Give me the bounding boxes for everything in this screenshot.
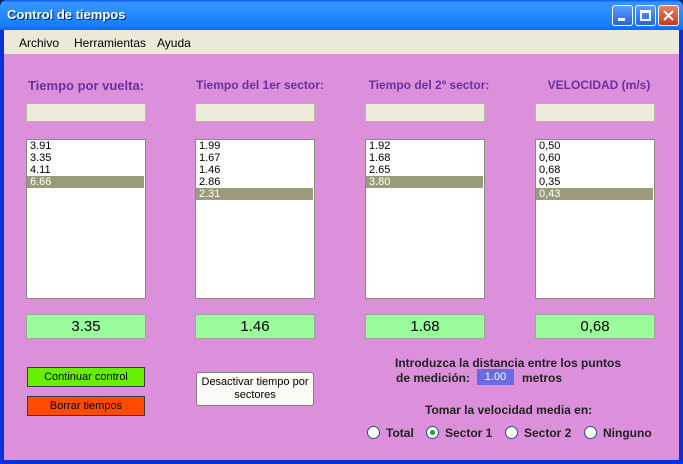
list-item[interactable]: 1.99 xyxy=(196,140,314,152)
list-item[interactable]: 0,68 xyxy=(536,164,654,176)
window-frame: Archivo Herramientas Ayuda Tiempo por vu… xyxy=(0,30,683,464)
title-bar[interactable]: Control de tiempos xyxy=(0,0,683,30)
list-item-selected[interactable]: 0,43 xyxy=(536,188,653,200)
list-tiempo-vuelta[interactable]: 3.91 3.35 4.11 6.66 xyxy=(26,139,146,299)
input-velocidad[interactable] xyxy=(535,103,655,122)
header-sector-2: Tiempo del 2º sector: xyxy=(368,78,490,92)
input-sector-2[interactable] xyxy=(365,103,485,122)
menu-ayuda[interactable]: Ayuda xyxy=(157,36,191,50)
list-item-selected[interactable]: 6.66 xyxy=(27,176,144,188)
list-item[interactable]: 1.92 xyxy=(366,140,484,152)
radio-circle-icon xyxy=(584,426,597,439)
list-item-selected[interactable]: 2.31 xyxy=(196,188,313,200)
result-sector-1: 1.46 xyxy=(195,314,315,339)
list-item[interactable]: 3.91 xyxy=(27,140,145,152)
list-item[interactable]: 2.86 xyxy=(196,176,314,188)
minimize-button[interactable] xyxy=(612,5,633,26)
list-item[interactable]: 0,50 xyxy=(536,140,654,152)
radio-total[interactable]: Total xyxy=(367,426,414,440)
input-tiempo-vuelta[interactable] xyxy=(26,103,146,122)
distance-unit: metros xyxy=(522,371,563,385)
header-sector-1: Tiempo del 1er sector: xyxy=(196,78,324,92)
radio-label: Ninguno xyxy=(603,426,652,440)
result-tiempo-vuelta: 3.35 xyxy=(26,314,146,339)
list-item[interactable]: 2.65 xyxy=(366,164,484,176)
distance-prompt-2: de medición: xyxy=(396,371,471,385)
maximize-button[interactable] xyxy=(635,5,656,26)
list-item-selected[interactable]: 3.80 xyxy=(366,176,483,188)
result-velocidad: 0,68 xyxy=(535,314,655,339)
close-button[interactable] xyxy=(658,5,679,26)
radio-circle-icon xyxy=(367,426,380,439)
input-sector-1[interactable] xyxy=(195,103,315,122)
close-icon xyxy=(663,10,674,21)
distance-prompt: Introduzca la distancia entre los puntos xyxy=(395,356,622,370)
continue-control-button[interactable]: Continuar control xyxy=(27,367,145,387)
header-velocidad: VELOCIDAD (m/s) xyxy=(547,78,651,92)
app-window: Control de tiempos Archivo Herramientas … xyxy=(0,0,683,464)
list-sector-2[interactable]: 1.92 1.68 2.65 3.80 xyxy=(365,139,485,299)
delete-times-button[interactable]: Borrar tiempos xyxy=(27,396,145,416)
disable-sectors-label-2: sectores xyxy=(234,389,276,401)
radio-sector-2[interactable]: Sector 2 xyxy=(505,426,571,440)
radio-ninguno[interactable]: Ninguno xyxy=(584,426,652,440)
disable-sectors-button[interactable]: Desactivar tiempo por sectores xyxy=(196,372,314,406)
list-item[interactable]: 4.11 xyxy=(27,164,145,176)
menu-archivo[interactable]: Archivo xyxy=(19,36,59,50)
maximize-icon xyxy=(640,10,651,21)
result-sector-2: 1.68 xyxy=(365,314,485,339)
menu-bar: Archivo Herramientas Ayuda xyxy=(4,30,679,54)
speed-mode-label: Tomar la velocidad media en: xyxy=(425,403,593,417)
header-tiempo-vuelta: Tiempo por vuelta: xyxy=(27,78,145,93)
radio-circle-icon xyxy=(505,426,518,439)
radio-label: Total xyxy=(386,426,414,440)
radio-label: Sector 2 xyxy=(524,426,572,440)
list-item[interactable]: 3.35 xyxy=(27,152,145,164)
list-item[interactable]: 0,60 xyxy=(536,152,654,164)
distance-input[interactable]: 1.00 xyxy=(477,369,514,385)
minimize-icon xyxy=(618,18,625,21)
list-item[interactable]: 0,35 xyxy=(536,176,654,188)
radio-sector-1[interactable]: Sector 1 xyxy=(426,426,492,440)
list-item[interactable]: 1.67 xyxy=(196,152,314,164)
radio-label: Sector 1 xyxy=(445,426,493,440)
list-item[interactable]: 1.68 xyxy=(366,152,484,164)
list-sector-1[interactable]: 1.99 1.67 1.46 2.86 2.31 xyxy=(195,139,315,299)
list-item[interactable]: 1.46 xyxy=(196,164,314,176)
radio-circle-selected-icon xyxy=(426,426,439,439)
menu-herramientas[interactable]: Herramientas xyxy=(74,36,146,50)
disable-sectors-label-1: Desactivar tiempo por xyxy=(201,376,309,388)
window-title: Control de tiempos xyxy=(7,7,126,22)
client-area: Archivo Herramientas Ayuda Tiempo por vu… xyxy=(4,30,679,460)
list-velocidad[interactable]: 0,50 0,60 0,68 0,35 0,43 xyxy=(535,139,655,299)
